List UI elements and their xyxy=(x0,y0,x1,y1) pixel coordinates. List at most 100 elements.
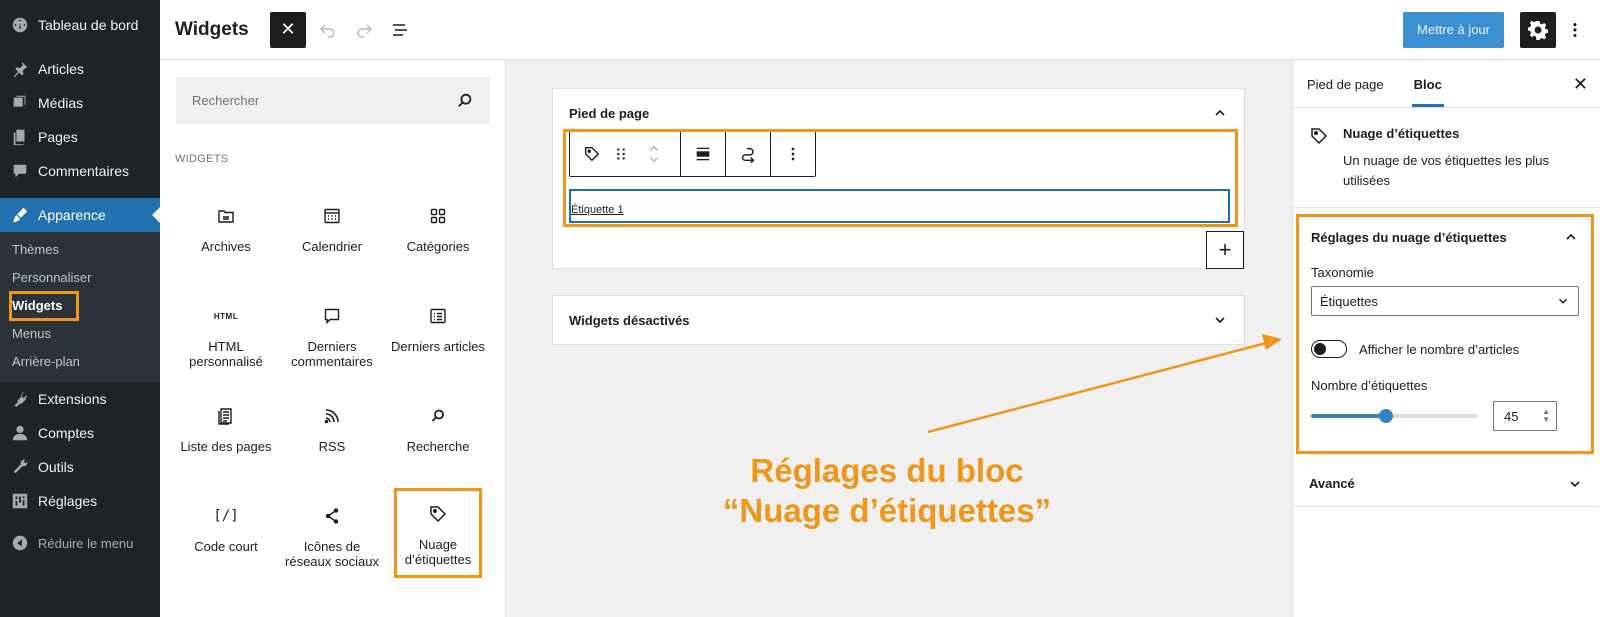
menu-item-medias[interactable]: Médias xyxy=(0,86,160,120)
tag-cloud-block[interactable]: Étiquette 1 xyxy=(569,189,1230,223)
menu-label: Extensions xyxy=(38,391,107,407)
brush-icon xyxy=(10,205,30,225)
chevron-down-icon xyxy=(1570,480,1580,487)
panel-header[interactable]: Réglages du nuage d’étiquettes xyxy=(1311,229,1579,245)
drag-handle[interactable] xyxy=(608,132,634,176)
collapse-icon xyxy=(10,533,30,553)
sidebar-tabs: Pied de page Bloc ✕ xyxy=(1293,61,1600,108)
menu-item-outils[interactable]: Outils xyxy=(0,450,160,484)
tab-block[interactable]: Bloc xyxy=(1412,61,1444,107)
advanced-panel-toggle[interactable]: Avancé xyxy=(1293,461,1599,507)
tag-count-slider[interactable] xyxy=(1311,409,1477,423)
more-options-button[interactable] xyxy=(1560,12,1590,48)
search-input[interactable] xyxy=(192,93,456,108)
chevron-down-icon[interactable] xyxy=(1212,312,1228,328)
tag-count-input[interactable]: 45 ▲ ▼ xyxy=(1493,401,1557,431)
search-icon[interactable] xyxy=(456,92,474,110)
block-label: Calendrier xyxy=(302,239,362,254)
block-item-social-icons[interactable]: Icônes de réseaux sociaux xyxy=(279,481,385,581)
slider-fill xyxy=(1311,414,1386,418)
close-inserter-button[interactable]: ✕ xyxy=(270,11,306,48)
block-label: RSS xyxy=(318,439,346,454)
block-label: Recherche xyxy=(406,439,470,454)
advanced-label: Avancé xyxy=(1309,476,1355,491)
toolbar-group-more xyxy=(771,132,815,176)
submenu-item-themes[interactable]: Thèmes xyxy=(0,236,160,264)
submenu-item-background[interactable]: Arrière-plan xyxy=(0,348,160,376)
more-vertical-icon xyxy=(1573,22,1577,37)
update-button[interactable]: Mettre à jour xyxy=(1403,11,1504,48)
move-up-down-buttons[interactable] xyxy=(634,132,674,176)
menu-label: Articles xyxy=(38,61,84,77)
post-list-icon xyxy=(428,305,448,327)
menu-item-dashboard[interactable]: Tableau de bord xyxy=(0,8,160,42)
redo-button[interactable] xyxy=(346,12,382,48)
menu-item-articles[interactable]: Articles xyxy=(0,52,160,86)
show-count-toggle[interactable] xyxy=(1311,340,1347,358)
admin-sidebar: Tableau de bord Articles Médias Pages Co… xyxy=(0,0,160,617)
taxonomy-select[interactable]: Étiquettes xyxy=(1311,286,1579,316)
add-block-button[interactable]: + xyxy=(1206,231,1244,269)
block-item-html[interactable]: HTML HTML personnalisé xyxy=(173,281,279,381)
menu-item-comptes[interactable]: Comptes xyxy=(0,416,160,450)
collapse-menu-button[interactable]: Réduire le menu xyxy=(0,526,160,560)
categories-icon xyxy=(428,205,448,227)
media-icon xyxy=(10,93,30,113)
block-label: Archives xyxy=(201,239,251,254)
block-item-page-list[interactable]: Liste des pages xyxy=(173,381,279,481)
show-count-row: Afficher le nombre d’articles xyxy=(1311,340,1579,358)
block-item-search[interactable]: Recherche xyxy=(385,381,491,481)
align-button[interactable] xyxy=(687,132,719,176)
undo-button[interactable] xyxy=(310,12,346,48)
widget-area-title: Widgets désactivés xyxy=(569,312,690,328)
tag-link[interactable]: Étiquette 1 xyxy=(571,204,624,216)
block-item-tag-cloud[interactable]: Nuage d’étiquettes xyxy=(394,488,482,578)
transform-button[interactable] xyxy=(732,132,764,176)
menu-item-comments[interactable]: Commentaires xyxy=(0,154,160,188)
chevron-down-icon xyxy=(1559,298,1567,304)
spin-buttons-icon[interactable]: ▲ ▼ xyxy=(1542,408,1550,424)
list-view-icon xyxy=(393,23,407,36)
settings-button[interactable] xyxy=(1520,11,1556,48)
block-item-latest-posts[interactable]: Derniers articles xyxy=(385,281,491,381)
rss-icon xyxy=(322,405,342,427)
shortcode-icon: [/] xyxy=(213,507,239,524)
widget-area-footer: Pied de page Étiquette 1 + xyxy=(552,88,1245,269)
submenu-item-menus[interactable]: Menus xyxy=(0,320,160,348)
menu-item-pages[interactable]: Pages xyxy=(0,120,160,154)
menu-item-reglages[interactable]: Réglages xyxy=(0,484,160,518)
widget-area-header[interactable]: Pied de page xyxy=(553,89,1244,137)
comments-icon xyxy=(10,161,30,181)
close-sidebar-button[interactable]: ✕ xyxy=(1573,74,1588,95)
menu-item-extensions[interactable]: Extensions xyxy=(0,382,160,416)
widget-area-inactive: Widgets désactivés xyxy=(552,295,1245,345)
list-view-button[interactable] xyxy=(382,12,418,48)
block-item-archives[interactable]: Archives xyxy=(173,181,279,281)
slider-thumb[interactable] xyxy=(1378,409,1393,423)
block-label: Derniers commentaires xyxy=(291,339,373,369)
block-item-calendrier[interactable]: Calendrier xyxy=(279,181,385,281)
widget-area-header[interactable]: Widgets désactivés xyxy=(553,296,1244,344)
block-item-rss[interactable]: RSS xyxy=(279,381,385,481)
submenu-item-widgets[interactable]: Widgets xyxy=(0,291,160,321)
block-label: Derniers articles xyxy=(391,339,485,354)
settings-icon xyxy=(10,491,30,511)
search-box xyxy=(176,77,490,124)
block-options-button[interactable] xyxy=(777,132,809,176)
menu-label: Apparence xyxy=(38,207,106,223)
submenu-item-customize[interactable]: Personnaliser xyxy=(0,264,160,292)
block-item-latest-comments[interactable]: Derniers commentaires xyxy=(279,281,385,381)
annotation-line-1: Réglages du bloc xyxy=(750,452,1024,489)
annotation-line-2: “Nuage d’étiquettes” xyxy=(722,492,1052,529)
appearance-submenu: Thèmes Personnaliser Widgets Menus Arriè… xyxy=(0,232,160,382)
archive-icon xyxy=(216,205,236,227)
toolbar-group-transform xyxy=(726,132,771,176)
show-count-label: Afficher le nombre d’articles xyxy=(1359,341,1520,357)
menu-item-apparence[interactable]: Apparence xyxy=(0,198,160,232)
tab-footer[interactable]: Pied de page xyxy=(1307,61,1384,107)
tag-icon xyxy=(428,503,448,525)
chevron-up-icon[interactable] xyxy=(1212,105,1228,121)
block-item-categories[interactable]: Catégories xyxy=(385,181,491,281)
block-item-shortcode[interactable]: [/] Code court xyxy=(173,481,279,581)
block-type-button[interactable] xyxy=(576,132,608,176)
